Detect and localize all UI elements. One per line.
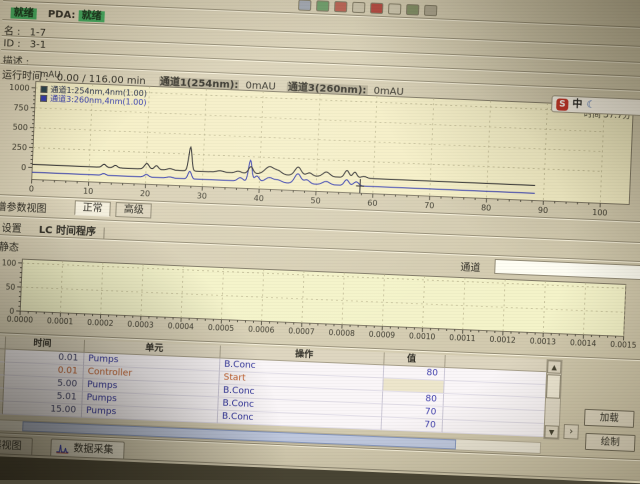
svg-text:250: 250 — [12, 143, 28, 153]
status-ready-chip: 就绪 — [10, 7, 36, 19]
trace-254nm[interactable] — [32, 141, 536, 186]
svg-text:0.0012: 0.0012 — [489, 335, 516, 345]
chromatogram-mini-icon — [55, 442, 69, 455]
svg-text:0.0013: 0.0013 — [530, 336, 557, 346]
channel3-readout-value: 0mAU — [373, 86, 404, 98]
toolbar-icon-2[interactable] — [316, 0, 329, 12]
vscroll-thumb[interactable] — [546, 374, 561, 399]
svg-text:0.0003: 0.0003 — [127, 320, 154, 330]
svg-text:0.0008: 0.0008 — [328, 328, 355, 338]
svg-text:0.0009: 0.0009 — [369, 330, 396, 340]
trace-260nm[interactable] — [32, 151, 536, 193]
svg-text:50: 50 — [310, 196, 321, 205]
static-label: 静态 — [0, 238, 19, 254]
svg-text:0.0015: 0.0015 — [610, 340, 637, 350]
channel1-readout-label: 通道1(254nm): — [159, 77, 240, 91]
chromatogram-legend: 通道1:254nm,4nm(1.00) 通道3:260nm,4nm(1.00) — [40, 85, 147, 107]
svg-text:0: 0 — [9, 307, 14, 316]
sogou-logo-icon[interactable]: S — [556, 98, 568, 110]
svg-text:0.0002: 0.0002 — [87, 318, 114, 328]
scroll-down-button[interactable]: ▼ — [544, 425, 559, 439]
svg-text:20: 20 — [140, 189, 151, 198]
svg-text:0.0001: 0.0001 — [47, 316, 74, 326]
value-cell[interactable]: 70 — [382, 417, 443, 433]
svg-text:0.0006: 0.0006 — [248, 325, 275, 335]
svg-text:750: 750 — [13, 103, 29, 113]
tab-normal[interactable]: 正常 — [74, 200, 111, 216]
ime-fullwidth-icon[interactable]: ☾ — [586, 99, 595, 111]
svg-text:0.0005: 0.0005 — [208, 323, 235, 333]
divider — [2, 35, 640, 65]
draw-button[interactable]: 绘制 — [585, 433, 636, 452]
pda-label: PDA: — [48, 9, 76, 21]
toolbar-icon-8[interactable] — [424, 5, 437, 17]
expand-right-button[interactable]: › — [563, 424, 579, 440]
svg-text:40: 40 — [253, 194, 264, 203]
legend-swatch-ch1 — [40, 86, 47, 93]
svg-text:80: 80 — [481, 203, 492, 212]
svg-text:90: 90 — [538, 206, 549, 215]
load-button[interactable]: 加载 — [584, 409, 635, 428]
svg-text:100: 100 — [2, 258, 17, 268]
toolbar-icon-6[interactable] — [388, 3, 401, 15]
svg-text:10: 10 — [83, 187, 94, 196]
svg-text:100: 100 — [592, 208, 608, 218]
time-cell[interactable]: 15.00 — [3, 401, 82, 417]
toolbar-icon-4[interactable] — [352, 2, 365, 14]
svg-text:0.0007: 0.0007 — [288, 326, 315, 336]
svg-text:50: 50 — [5, 282, 15, 291]
toolbar-icon-5[interactable] — [370, 2, 383, 14]
y-axis-unit-label: mAU — [40, 70, 61, 81]
svg-text:1000: 1000 — [9, 83, 30, 93]
svg-text:0: 0 — [29, 184, 34, 193]
table-vscrollbar[interactable]: ▲ ▼ — [543, 359, 562, 440]
svg-text:70: 70 — [424, 201, 435, 210]
ime-language-toggle[interactable]: 中 — [572, 99, 582, 111]
svg-text:500: 500 — [12, 123, 28, 133]
svg-text:0: 0 — [21, 163, 26, 172]
svg-text:0.0011: 0.0011 — [449, 333, 476, 343]
sample-id-label: ID : — [3, 38, 21, 50]
channel-label: 通道 — [460, 259, 481, 275]
toolbar-icon-7[interactable] — [406, 4, 419, 16]
crt-screen: 就绪 PDA: 就绪 名 : 1-7 ID : 3-1 描述 : 运行时间 : … — [0, 0, 640, 484]
toolbar-icon-1[interactable] — [298, 0, 311, 11]
tab-advanced[interactable]: 高级 — [115, 202, 152, 218]
svg-text:0.0010: 0.0010 — [409, 331, 436, 341]
channel3-readout-label: 通道3(260nm): — [287, 82, 368, 96]
pda-status-chip: 就绪 — [78, 10, 104, 22]
param-view-label: 谱参数视图 — [0, 202, 47, 215]
time-cursor-marker[interactable] — [356, 179, 365, 193]
labsolutions-window: 就绪 PDA: 就绪 名 : 1-7 ID : 3-1 描述 : 运行时间 : … — [0, 0, 640, 483]
svg-text:0.0014: 0.0014 — [570, 338, 597, 348]
scroll-up-button[interactable]: ▲ — [547, 360, 562, 374]
svg-text:0.0004: 0.0004 — [167, 321, 194, 331]
toolbar-icon-3[interactable] — [334, 1, 347, 13]
channel1-readout-value: 0mAU — [245, 80, 276, 92]
svg-text:60: 60 — [367, 199, 378, 208]
sample-id-value: 3-1 — [30, 39, 47, 51]
legend-swatch-ch3 — [40, 95, 47, 102]
svg-text:30: 30 — [197, 191, 208, 200]
svg-text:0.0000: 0.0000 — [7, 315, 34, 325]
